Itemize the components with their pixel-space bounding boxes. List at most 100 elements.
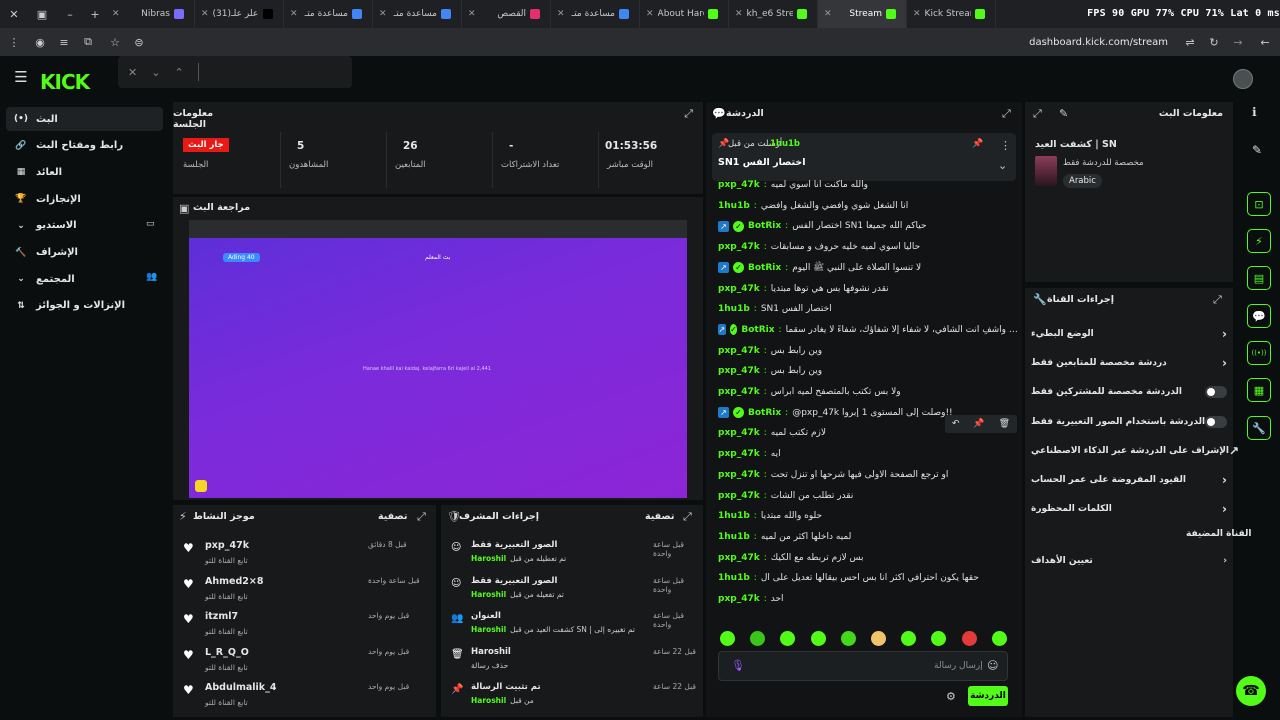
minimize-icon[interactable]: –	[56, 8, 84, 21]
reload-icon[interactable]: ↻	[1202, 36, 1226, 49]
forward-icon[interactable]: →	[1226, 36, 1250, 49]
sidebar-item[interactable]: رابط ومفتاح البث 🔗	[6, 134, 163, 158]
wrench-icon[interactable]: 🔧	[1247, 416, 1271, 440]
emote-icon[interactable]	[961, 631, 977, 646]
edit-icon[interactable]: ✎	[1059, 107, 1068, 120]
chat-username[interactable]: BotRix	[741, 325, 774, 335]
chat-message[interactable]: pxp_47k: بس لازم تربطه مع الكيك	[718, 549, 1018, 567]
kick-logo[interactable]: KICK	[40, 70, 90, 94]
sidebar-item[interactable]: العائد ▦	[6, 160, 163, 184]
chat-message[interactable]: 1hu1b: حقها يكون احترافي اكثر انا بس احس …	[718, 569, 1018, 587]
back-icon[interactable]: ←	[1250, 36, 1280, 49]
chat-bubble-icon[interactable]	[195, 480, 207, 492]
chat-message[interactable]: ↗ ✓ BotRix: اختصار الفس SN1 حياكم الله جميع…	[718, 217, 1018, 235]
reply-icon[interactable]: ↶	[952, 419, 960, 429]
sidebar-item[interactable]: البث (•)	[6, 107, 163, 131]
emote-icon[interactable]	[720, 631, 735, 646]
unpin-icon[interactable]: 📌	[972, 139, 983, 149]
expand-icon[interactable]: ⤢	[417, 510, 426, 524]
activity-user[interactable]: Ahmed2×8	[205, 576, 263, 587]
channel-setting-row[interactable]: الإشراف على الدردشة عبر الذكاء الاصطناعي…	[1031, 442, 1239, 460]
stream-preview-video[interactable]: Ading 40 بث المعلم Hanae khalil kai kaid…	[189, 220, 687, 498]
set-goals-row[interactable]: تعيين الأهداف ›	[1031, 552, 1227, 570]
layout-icon[interactable]: ▦	[1247, 378, 1271, 402]
emote-icon[interactable]	[991, 631, 1007, 646]
language-tag[interactable]: Arabic	[1063, 174, 1102, 188]
activity-user[interactable]: itzml7	[205, 611, 238, 622]
chat-username[interactable]: pxp_47k	[718, 449, 760, 459]
browser-tab[interactable]: ✕ Stream	[818, 0, 907, 28]
sidebar-item[interactable]: الإشراف 🔨	[6, 241, 163, 265]
send-chat-button[interactable]: الدردشة	[968, 686, 1008, 706]
chat-username[interactable]: 1hu1b	[718, 201, 750, 211]
hamburger-menu-icon[interactable]: ☰	[12, 68, 30, 86]
chat-username[interactable]: pxp_47k	[718, 491, 760, 501]
share-icon[interactable]: ⧉	[76, 35, 100, 49]
chevron-down-icon[interactable]: ⌄	[151, 66, 160, 79]
expand-icon[interactable]: ⤢	[1002, 107, 1011, 121]
broadcast-icon[interactable]: ((•))	[1247, 341, 1271, 365]
chat-message[interactable]: 1hu1b: لميه داخلها اكثر من لميه	[718, 528, 1018, 546]
browser-tab[interactable]: ✕ About Haro	[640, 0, 729, 28]
chat-icon[interactable]: 💬	[1247, 304, 1271, 328]
page-info-icon[interactable]: ⊜	[130, 36, 148, 49]
chat-username[interactable]: BotRix	[748, 221, 781, 231]
tab-close-icon[interactable]: ✕	[290, 9, 298, 19]
browser-tab[interactable]: ✕ مساعدة متـ	[551, 0, 640, 28]
chevron-up-icon[interactable]: ⌃	[174, 66, 183, 79]
chat-username[interactable]: pxp_47k	[718, 366, 760, 376]
channel-setting-row[interactable]: الوضع البطيء ›	[1031, 325, 1227, 343]
microphone-icon[interactable]: 🎙	[731, 659, 745, 672]
activity-user[interactable]: L_R_Q_O	[205, 647, 249, 658]
chat-message[interactable]: pxp_47k: ولا بس تكتب بالمتصفح لميه ابراس	[718, 383, 1018, 401]
chat-message[interactable]: pxp_47k: او ترجع الصفحة الاولى فيها شرحها…	[718, 466, 1018, 484]
sidebar-item[interactable]: الإنجازات 🏆	[6, 187, 163, 211]
tab-close-icon[interactable]: ✕	[646, 9, 654, 19]
setting-toggle[interactable]	[1205, 415, 1227, 428]
close-window-icon[interactable]: ✕	[0, 8, 28, 21]
channel-setting-row[interactable]: الدردشة باستخدام الصور التعبيرية فقط	[1031, 413, 1227, 431]
edit-icon[interactable]: ✎	[1252, 143, 1262, 157]
url-text[interactable]: dashboard.kick.com/stream	[1029, 37, 1168, 48]
chat-input[interactable]: ☺ إرسال رسالة 🎙	[718, 651, 1008, 681]
emote-icon[interactable]	[810, 631, 826, 646]
emoji-icon[interactable]: ☺	[987, 659, 998, 672]
chat-username[interactable]: 1hu1b	[718, 573, 750, 583]
user-avatar[interactable]	[1233, 69, 1253, 89]
tab-close-icon[interactable]: ✕	[735, 9, 743, 19]
activity-user[interactable]: pxp_47k	[205, 540, 249, 551]
browser-tab[interactable]: ✕ القصص	[462, 0, 551, 28]
tab-close-icon[interactable]: ✕	[557, 9, 565, 19]
pinned-message[interactable]: 📌 أرسلت من قبل 1hu1b SN1 اختصار الفس 📌 ⋮…	[712, 133, 1016, 181]
more-options-icon[interactable]: ⋮	[1000, 139, 1011, 152]
channel-setting-row[interactable]: الكلمات المحظورة ›	[1031, 500, 1227, 518]
chat-username[interactable]: pxp_47k	[718, 284, 760, 294]
tab-search-icon[interactable]: ▣	[28, 8, 56, 21]
mod-actions-filter[interactable]: تصفية	[645, 511, 674, 522]
help-button[interactable]: ☎	[1236, 676, 1266, 706]
channel-setting-row[interactable]: دردشة مخصصة للمتابعين فقط ›	[1031, 354, 1227, 372]
delete-icon[interactable]: 🗑	[999, 419, 1010, 429]
browser-tab[interactable]: ✕ kh_e6 Stre	[729, 0, 818, 28]
extensions-icon[interactable]: ◉	[28, 36, 52, 49]
channel-setting-row[interactable]: القيود المفروضة على عمر الحساب ›	[1031, 471, 1227, 489]
chat-username[interactable]: 1hu1b	[718, 532, 750, 542]
sidebar-item[interactable]: الإنزالات و الجوائز ⇅	[6, 294, 163, 318]
mod-action-by[interactable]: Haroshil	[471, 696, 506, 705]
tab-close-icon[interactable]: ✕	[913, 9, 921, 19]
setting-toggle[interactable]	[1205, 386, 1227, 399]
chat-message[interactable]: 1hu1b: SN1 اختصار الفس	[718, 300, 1018, 318]
notes-icon[interactable]: ▤	[1247, 266, 1271, 290]
site-settings-icon[interactable]: ⇌	[1178, 36, 1202, 49]
chat-username[interactable]: pxp_47k	[718, 428, 760, 438]
mod-action-by[interactable]: Haroshil	[471, 625, 506, 634]
lightning-icon[interactable]: ⚡	[1247, 229, 1271, 253]
tab-close-icon[interactable]: ✕	[468, 9, 476, 19]
expand-icon[interactable]: ⤢	[684, 107, 693, 121]
chat-message[interactable]: pxp_47k: وين رابط بس	[718, 342, 1018, 360]
tab-close-icon[interactable]: ✕	[824, 9, 832, 19]
sidebar-item[interactable]: المجتمع ⌄	[6, 267, 163, 291]
chat-message[interactable]: ↗ ✓ BotRix: لا تنسوا الصلاة على النبي ﷺ الي…	[718, 259, 1018, 277]
browser-tab[interactable]: ✕ Nibras	[106, 0, 195, 28]
bookmark-star-icon[interactable]: ☆	[100, 36, 130, 49]
